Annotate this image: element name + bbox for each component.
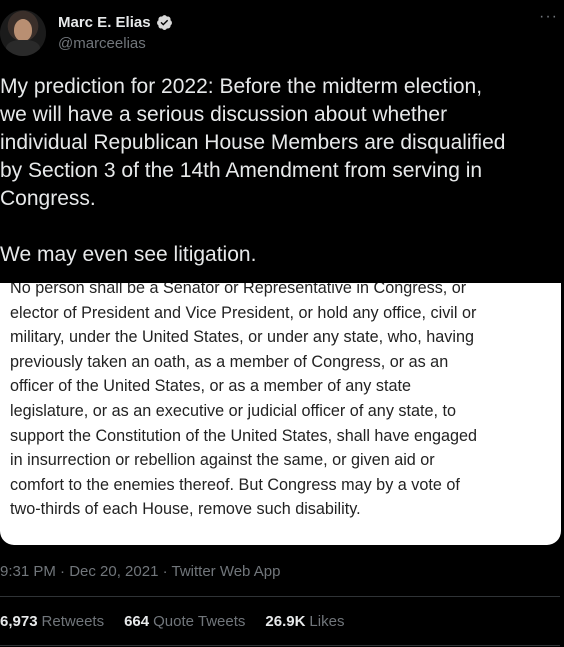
engagement-stats: 6,973 Retweets 664 Quote Tweets 26.9K Li… (0, 613, 364, 630)
avatar-body (6, 40, 40, 56)
retweets-stat[interactable]: 6,973 Retweets (0, 613, 104, 630)
avatar[interactable] (0, 10, 46, 56)
likes-label: Likes (309, 613, 345, 630)
divider-bottom (0, 645, 560, 646)
author-display-name[interactable]: Marc E. Elias (58, 14, 151, 31)
likes-count: 26.9K (265, 613, 306, 630)
retweets-label: Retweets (41, 613, 105, 630)
tweet-media-image[interactable]: No person shall be a Senator or Represen… (0, 283, 561, 545)
avatar-face (14, 19, 32, 41)
quote-tweets-count: 664 (124, 613, 150, 630)
author-handle[interactable]: @marceelias (58, 35, 146, 52)
media-quoted-text: No person shall be a Senator or Represen… (10, 283, 478, 519)
likes-stat[interactable]: 26.9K Likes (265, 613, 344, 630)
quote-tweets-label: Quote Tweets (153, 613, 246, 630)
divider-top (0, 596, 560, 597)
author-name-row: Marc E. Elias (58, 14, 173, 31)
retweets-count: 6,973 (0, 613, 38, 630)
verified-badge-icon (156, 15, 172, 30)
tweet-text: My prediction for 2022: Before the midte… (0, 75, 506, 266)
tweet-timestamp[interactable]: 9:31 PM · Dec 20, 2021 · Twitter Web App (0, 563, 280, 580)
more-options-icon[interactable]: ··· (539, 8, 558, 26)
tweet-header: Marc E. Elias @marceelias ··· (0, 0, 564, 66)
quote-tweets-stat[interactable]: 664 Quote Tweets (124, 613, 245, 630)
